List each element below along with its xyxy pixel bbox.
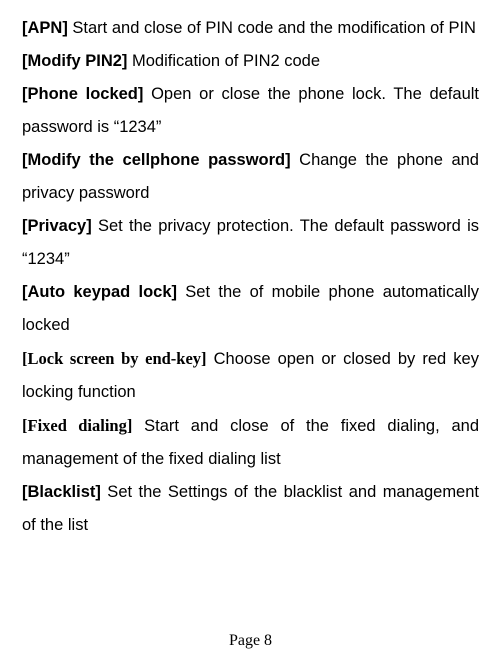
entry-fixed-dialing: [Fixed dialing] Start and close of the f… bbox=[22, 409, 479, 476]
entry-text: Start and close of PIN code and the modi… bbox=[68, 19, 476, 37]
entry-apn: [APN] Start and close of PIN code and th… bbox=[22, 12, 479, 45]
entry-blacklist: [Blacklist] Set the Settings of the blac… bbox=[22, 476, 479, 542]
document-content: [APN] Start and close of PIN code and th… bbox=[22, 12, 479, 542]
entry-auto-keypad-lock: [Auto keypad lock] Set the of mobile pho… bbox=[22, 276, 479, 342]
document-page: [APN] Start and close of PIN code and th… bbox=[0, 0, 501, 666]
entry-label: [Phone locked] bbox=[22, 85, 143, 103]
entry-modify-cellphone-password: [Modify the cellphone password] Change t… bbox=[22, 144, 479, 210]
entry-label: [Auto keypad lock] bbox=[22, 283, 177, 301]
page-footer: Page 8 bbox=[0, 632, 501, 650]
entry-text: Modification of PIN2 code bbox=[127, 52, 320, 70]
entry-modify-pin2: [Modify PIN2] Modification of PIN2 code bbox=[22, 45, 479, 78]
entry-phone-locked: [Phone locked] Open or close the phone l… bbox=[22, 78, 479, 144]
entry-label: [Lock screen by end-key] bbox=[22, 349, 207, 368]
entry-label: [APN] bbox=[22, 19, 68, 37]
entry-lock-screen-end-key: [Lock screen by end-key] Choose open or … bbox=[22, 342, 479, 409]
entry-privacy: [Privacy] Set the privacy protection. Th… bbox=[22, 210, 479, 276]
entry-label: [Blacklist] bbox=[22, 483, 101, 501]
entry-label: [Modify the cellphone password] bbox=[22, 151, 291, 169]
entry-label: [Privacy] bbox=[22, 217, 92, 235]
entry-label: [Fixed dialing] bbox=[22, 416, 132, 435]
entry-label: [Modify PIN2] bbox=[22, 52, 127, 70]
